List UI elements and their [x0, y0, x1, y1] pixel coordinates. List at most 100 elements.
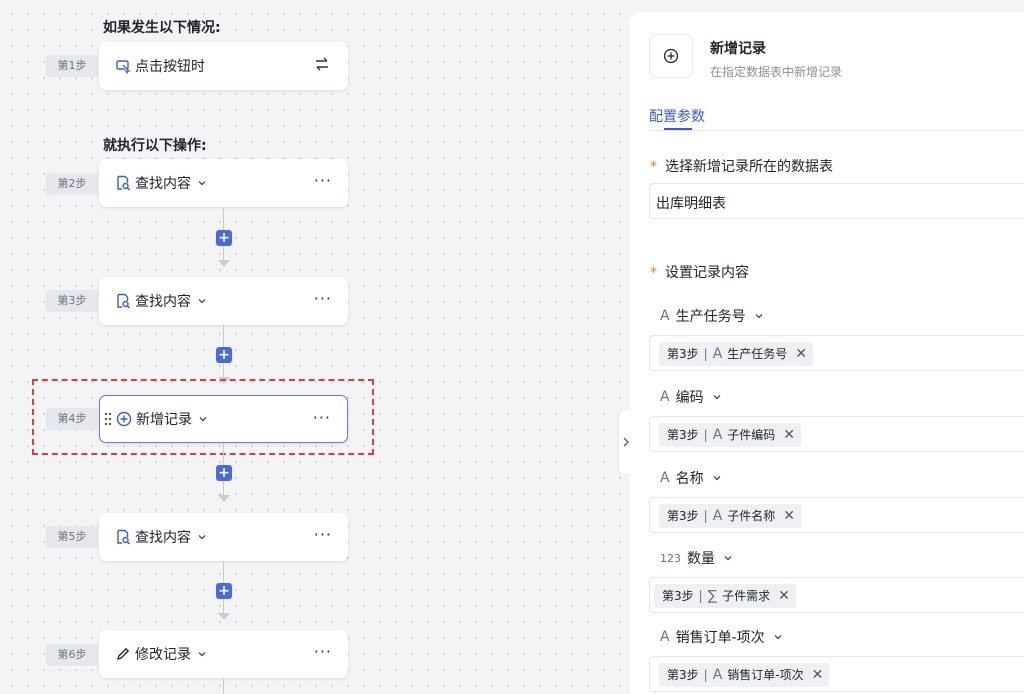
field-label[interactable]: A 编码	[660, 387, 722, 407]
step-tag: 第6步	[46, 644, 98, 666]
number-type-icon: 123	[660, 551, 681, 565]
table-select-input[interactable]: 出库明细表	[649, 183, 1024, 219]
flow-node-step5[interactable]: 查找内容 ···	[99, 513, 348, 561]
tab-divider	[649, 130, 1024, 131]
flow-canvas: 如果发生以下情况: 第1步 点击按钮时 就执行以下操作: 第2步 查找内容 ··…	[0, 0, 633, 694]
plus-circle-icon	[116, 411, 132, 427]
drag-handle-icon[interactable]	[104, 412, 112, 426]
field-name: 数量	[687, 551, 715, 567]
required-mark: *	[650, 265, 657, 281]
connector-arrow	[218, 260, 230, 267]
add-step-button[interactable]: +	[216, 347, 232, 363]
field-label[interactable]: 123 数量	[660, 548, 733, 568]
text-type-icon: A	[712, 346, 723, 362]
flow-node-trigger[interactable]: 点击按钮时	[99, 42, 348, 90]
flow-node-step6[interactable]: 修改记录 ···	[99, 630, 348, 678]
connector-line	[223, 325, 224, 347]
chevron-down-icon	[712, 473, 722, 483]
field-label[interactable]: A 销售订单-项次	[660, 627, 783, 647]
chevron-down-icon	[723, 553, 733, 563]
chip-step: 第3步	[667, 668, 699, 682]
field-value-input[interactable]: 第3步 | A 生产任务号 ✕	[649, 335, 1024, 371]
record-content-label-text: 设置记录内容	[665, 265, 749, 281]
connector-line	[223, 207, 224, 230]
text-type-icon: A	[660, 470, 670, 486]
chip-separator: |	[703, 347, 708, 361]
chevron-down-icon[interactable]	[197, 178, 207, 188]
flow-node-step4[interactable]: 新增记录 ···	[99, 395, 348, 443]
add-step-button[interactable]: +	[216, 465, 232, 481]
chevron-right-icon	[623, 437, 629, 447]
node-label: 查找内容	[135, 294, 191, 310]
field-name: 名称	[675, 471, 704, 487]
add-step-button[interactable]: +	[216, 583, 232, 599]
variable-chip[interactable]: 第3步 | A 生产任务号 ✕	[659, 342, 814, 366]
tab-config-params[interactable]: 配置参数	[649, 106, 705, 126]
node-label: 修改记录	[135, 647, 191, 663]
variable-chip[interactable]: 第3步 | A 销售订单-项次 ✕	[659, 663, 830, 687]
more-options-icon[interactable]: ···	[314, 289, 332, 308]
close-icon[interactable]: ✕	[795, 342, 807, 366]
field-label[interactable]: A 生产任务号	[660, 306, 764, 326]
close-icon[interactable]: ✕	[783, 423, 795, 447]
text-type-icon: A	[712, 427, 723, 443]
text-type-icon: A	[712, 508, 723, 524]
actions-section-title: 就执行以下操作:	[103, 138, 207, 154]
connector-line	[223, 599, 224, 613]
connector-line	[223, 481, 224, 495]
search-doc-icon	[115, 293, 131, 309]
close-icon[interactable]: ✕	[783, 504, 795, 528]
connector-line	[223, 363, 224, 377]
chip-value: 生产任务号	[727, 347, 788, 361]
field-value-input[interactable]: 第3步 | ∑ 子件需求 ✕	[649, 577, 1024, 613]
variable-chip[interactable]: 第3步 | A 子件名称 ✕	[659, 504, 802, 528]
connector-line	[223, 246, 224, 260]
field-value-input[interactable]: 第3步 | A 子件名称 ✕	[649, 497, 1024, 533]
field-value-input[interactable]: 第3步 | A 销售订单-项次 ✕	[649, 656, 1024, 692]
chevron-down-icon[interactable]	[197, 649, 207, 659]
more-options-icon[interactable]: ···	[314, 642, 332, 661]
step-tag: 第5步	[46, 526, 98, 548]
record-content-label: * 设置记录内容	[650, 262, 749, 282]
plus-circle-icon	[663, 48, 679, 64]
chip-step: 第3步	[667, 428, 699, 442]
field-label[interactable]: A 名称	[660, 468, 722, 488]
node-label: 新增记录	[136, 412, 192, 428]
cursor-click-icon	[115, 58, 131, 74]
swap-icon[interactable]	[314, 56, 330, 72]
panel-title: 新增记录	[710, 41, 766, 57]
chevron-down-icon[interactable]	[197, 296, 207, 306]
table-select-value: 出库明细表	[656, 196, 726, 212]
chip-value: 子件名称	[727, 509, 776, 523]
chevron-down-icon[interactable]	[197, 532, 207, 542]
chevron-down-icon	[712, 392, 722, 402]
node-label: 点击按钮时	[135, 59, 205, 75]
pencil-icon	[115, 646, 131, 662]
trigger-section-title: 如果发生以下情况:	[103, 20, 221, 36]
close-icon[interactable]: ✕	[778, 584, 790, 608]
step-tag: 第1步	[46, 55, 98, 77]
required-mark: *	[650, 159, 657, 175]
more-options-icon[interactable]: ···	[313, 408, 331, 427]
table-select-label-text: 选择新增记录所在的数据表	[665, 159, 833, 175]
flow-node-step2[interactable]: 查找内容 ···	[99, 159, 348, 207]
chip-separator: |	[698, 589, 703, 603]
step-tag: 第3步	[46, 290, 98, 312]
text-type-icon: A	[660, 308, 670, 324]
connector-arrow	[218, 495, 230, 502]
more-options-icon[interactable]: ···	[314, 525, 332, 544]
step-tag: 第2步	[46, 173, 98, 195]
chevron-down-icon	[754, 311, 764, 321]
text-type-icon: A	[712, 667, 723, 683]
close-icon[interactable]: ✕	[812, 663, 824, 687]
chevron-down-icon[interactable]	[198, 414, 208, 424]
field-value-input[interactable]: 第3步 | A 子件编码 ✕	[649, 416, 1024, 452]
connector-arrow	[218, 613, 230, 620]
add-step-button[interactable]: +	[216, 230, 232, 246]
flow-node-step3[interactable]: 查找内容 ···	[99, 277, 348, 325]
variable-chip[interactable]: 第3步 | A 子件编码 ✕	[659, 423, 802, 447]
variable-chip[interactable]: 第3步 | ∑ 子件需求 ✕	[654, 584, 796, 608]
more-options-icon[interactable]: ···	[314, 171, 332, 190]
chip-separator: |	[703, 509, 708, 523]
chevron-down-icon	[773, 632, 783, 642]
